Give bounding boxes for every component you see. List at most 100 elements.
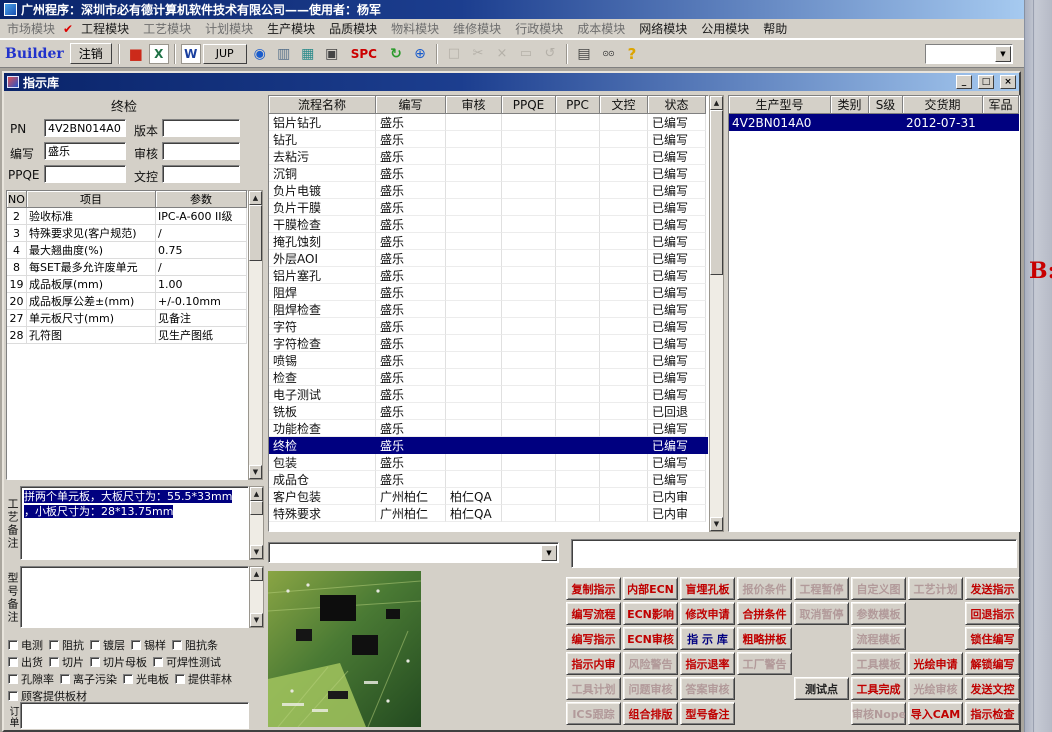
toolbar-combobox[interactable]: ▼: [925, 43, 1013, 64]
checkbox[interactable]: 提供菲林: [175, 671, 232, 687]
scroll-up-icon[interactable]: ▲: [250, 567, 263, 581]
checkbox-box[interactable]: [175, 673, 185, 684]
column-header[interactable]: 参数: [156, 191, 247, 208]
menu-item[interactable]: 公用模块: [694, 19, 756, 39]
action-button[interactable]: 内部ECN: [623, 577, 678, 600]
process-combobox[interactable]: ▼: [268, 542, 559, 563]
column-header[interactable]: PPC: [556, 96, 600, 114]
toolbar-separator[interactable]: [173, 43, 176, 64]
close-button[interactable]: ×: [1000, 75, 1016, 89]
process-row[interactable]: 终检 盛乐 已编写: [269, 437, 708, 454]
toolbar-separator[interactable]: [435, 43, 438, 64]
param-row[interactable]: 2 验收标准 IPC-A-600 II级: [7, 208, 247, 225]
scroll-up-icon[interactable]: ▲: [250, 487, 263, 501]
audit-field[interactable]: [162, 142, 240, 160]
network-icon[interactable]: ▦: [297, 44, 319, 64]
menu-item[interactable]: 物料模块: [384, 19, 446, 39]
process-row[interactable]: 阻焊 盛乐 已编写: [269, 284, 708, 301]
craft-note-box[interactable]: 拼两个单元板，大板尺寸为：55.5*33mm ，小板尺寸为：28*13.75mm: [20, 486, 249, 560]
checkbox[interactable]: 阻抗: [49, 637, 84, 653]
checkbox[interactable]: 切片母板: [90, 654, 147, 670]
scroll-up-icon[interactable]: ▲: [249, 191, 262, 205]
menu-item[interactable]: ✔: [62, 19, 74, 39]
doc-field[interactable]: [162, 165, 240, 183]
param-row[interactable]: 3 特殊要求见(客户规范) /: [7, 225, 247, 242]
action-button[interactable]: 指示退率: [680, 652, 735, 675]
checkbox-box[interactable]: [90, 639, 100, 650]
action-button[interactable]: 流程模板: [851, 627, 906, 650]
database-icon[interactable]: ▥: [273, 44, 295, 64]
scroll-down-icon[interactable]: ▼: [249, 465, 262, 479]
dropdown-arrow-icon[interactable]: ▼: [995, 45, 1011, 62]
action-button[interactable]: 风险警告: [623, 652, 678, 675]
process-row[interactable]: 铣板 盛乐 已回退: [269, 403, 708, 420]
column-header[interactable]: S级: [869, 96, 903, 114]
checkbox-box[interactable]: [60, 673, 70, 684]
action-button[interactable]: 工程暂停: [794, 577, 849, 600]
cut-icon[interactable]: ✂: [467, 44, 489, 64]
process-row[interactable]: 干膜检查 盛乐 已编写: [269, 216, 708, 233]
exit-icon[interactable]: ■: [125, 44, 147, 64]
paste-icon[interactable]: ▭: [515, 44, 537, 64]
action-button[interactable]: 组合排版: [623, 702, 678, 725]
print-icon[interactable]: ▤: [573, 44, 595, 64]
checkbox-box[interactable]: [172, 639, 182, 650]
action-button[interactable]: 报价条件: [737, 577, 792, 600]
menu-item[interactable]: 品质模块: [322, 19, 384, 39]
action-button[interactable]: 测试点: [794, 677, 849, 700]
undo-icon[interactable]: ↺: [539, 44, 561, 64]
toolbar-separator[interactable]: [565, 43, 568, 64]
menu-item[interactable]: 生产模块: [260, 19, 322, 39]
globe-icon[interactable]: ⊕: [409, 44, 431, 64]
column-header[interactable]: 编写: [376, 96, 446, 114]
param-row[interactable]: 4 最大翘曲度(%) 0.75: [7, 242, 247, 259]
column-header[interactable]: 项目: [27, 191, 156, 208]
checkbox-box[interactable]: [8, 673, 18, 684]
checkbox-box[interactable]: [153, 656, 163, 667]
checkbox[interactable]: 锡样: [131, 637, 166, 653]
action-button[interactable]: 导入CAM: [908, 702, 963, 725]
column-header[interactable]: PPQE: [502, 96, 556, 114]
column-header[interactable]: 文控: [600, 96, 648, 114]
scroll-down-icon[interactable]: ▼: [250, 613, 263, 627]
new-page-icon[interactable]: □: [443, 44, 465, 64]
logout-button[interactable]: 注销: [69, 43, 112, 64]
scroll-up-icon[interactable]: ▲: [710, 96, 723, 110]
process-row[interactable]: 包装 盛乐 已编写: [269, 454, 708, 471]
action-button[interactable]: ECN审核: [623, 627, 678, 650]
action-button[interactable]: 审核Nope: [851, 702, 906, 725]
delete-icon[interactable]: ×: [491, 44, 513, 64]
scroll-thumb[interactable]: [249, 205, 262, 261]
action-button[interactable]: 指示内审: [566, 652, 621, 675]
action-button[interactable]: 盲埋孔板: [680, 577, 735, 600]
checkbox[interactable]: 阻抗条: [172, 637, 218, 653]
maximize-button[interactable]: □: [978, 75, 994, 89]
action-button[interactable]: 发送指示: [965, 577, 1020, 600]
param-scrollbar[interactable]: ▲ ▼: [248, 190, 263, 480]
scroll-down-icon[interactable]: ▼: [250, 545, 263, 559]
find-icon[interactable]: ⊙⊙: [597, 44, 619, 64]
checkbox[interactable]: 镀层: [90, 637, 125, 653]
menu-item[interactable]: 成本模块: [570, 19, 632, 39]
menu-item[interactable]: 维修模块: [446, 19, 508, 39]
version-field[interactable]: [162, 119, 240, 137]
process-row[interactable]: 阻焊检查 盛乐 已编写: [269, 301, 708, 318]
checkbox[interactable]: 光电板: [123, 671, 169, 687]
help-icon[interactable]: ?: [621, 44, 643, 64]
process-row[interactable]: 字符 盛乐 已编写: [269, 318, 708, 335]
ppqe-field[interactable]: [44, 165, 126, 183]
param-row[interactable]: 20 成品板厚公差±(mm) +/-0.10mm: [7, 293, 247, 310]
process-row[interactable]: 字符检查 盛乐 已编写: [269, 335, 708, 352]
process-row[interactable]: 电子测试 盛乐 已编写: [269, 386, 708, 403]
menu-item[interactable]: 计划模块: [198, 19, 260, 39]
computer-icon[interactable]: ▣: [321, 44, 343, 64]
menu-item[interactable]: 网络模块: [632, 19, 694, 39]
action-button[interactable]: 修改申请: [680, 602, 735, 625]
column-header[interactable]: 交货期: [903, 96, 983, 114]
action-button[interactable]: 工具完成: [851, 677, 906, 700]
process-row[interactable]: 功能检查 盛乐 已编写: [269, 420, 708, 437]
column-header[interactable]: 生产型号: [729, 96, 831, 114]
action-button[interactable]: 参数模板: [851, 602, 906, 625]
checkbox-box[interactable]: [90, 656, 100, 667]
scroll-thumb[interactable]: [250, 501, 263, 515]
